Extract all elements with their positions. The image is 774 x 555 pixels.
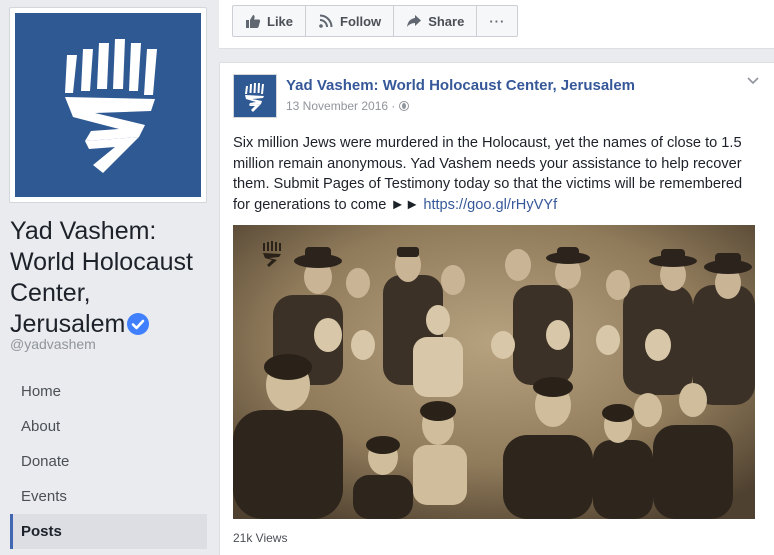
like-button[interactable]: Like — [233, 6, 307, 36]
post-photo[interactable] — [233, 225, 755, 519]
like-label: Like — [267, 13, 294, 29]
globe-icon — [399, 101, 410, 111]
follow-button[interactable]: Follow — [306, 6, 395, 36]
page-title-line: World Holocaust — [10, 248, 193, 276]
page-handle[interactable]: @yadvashem — [10, 336, 96, 352]
post-card: Yad Vashem: World Holocaust Center, Jeru… — [219, 62, 774, 555]
nav-item-posts[interactable]: Posts — [10, 514, 207, 549]
post-link[interactable]: https://goo.gl/rHyVYf — [423, 197, 557, 213]
post-author-avatar[interactable] — [233, 74, 277, 118]
page-title-line: Center, — [10, 279, 91, 307]
more-dots-icon: ··· — [489, 13, 506, 29]
verified-badge-icon — [127, 313, 150, 335]
post-options-chevron-icon[interactable] — [746, 73, 760, 87]
sepia-group-photo — [233, 225, 755, 519]
more-options-button[interactable]: ··· — [477, 6, 517, 36]
share-label: Share — [428, 13, 465, 29]
follow-label: Follow — [340, 13, 382, 29]
page-title-line: Jerusalem — [10, 310, 126, 338]
page-title-line: Yad Vashem: — [10, 217, 157, 245]
post-author-name[interactable]: Yad Vashem: World Holocaust Center, Jeru… — [286, 77, 635, 94]
page-action-bar: Like Follow Share ··· — [219, 0, 774, 49]
share-arrow-icon — [406, 13, 422, 29]
views-count: 21k Views — [233, 531, 288, 545]
thumbs-up-icon — [245, 13, 261, 29]
nav-item-about[interactable]: About — [10, 409, 207, 444]
rss-follow-icon — [318, 13, 334, 29]
yad-vashem-logo — [15, 13, 201, 197]
nav-item-donate[interactable]: Donate — [10, 444, 207, 479]
post-text: Six million Jews were murdered in the Ho… — [233, 133, 758, 215]
nav-item-home[interactable]: Home — [10, 374, 207, 409]
profile-picture[interactable] — [9, 7, 207, 203]
page-nav: Home About Donate Events Posts — [10, 374, 207, 549]
post-meta: 13 November 2016 · — [286, 99, 410, 113]
post-date[interactable]: 13 November 2016 · — [286, 99, 395, 113]
left-column: Yad Vashem: World Holocaust Center, Jeru… — [0, 0, 219, 555]
page-title: Yad Vashem: World Holocaust Center, Jeru… — [10, 216, 215, 340]
action-button-group: Like Follow Share ··· — [232, 5, 519, 37]
share-button[interactable]: Share — [394, 6, 478, 36]
nav-item-events[interactable]: Events — [10, 479, 207, 514]
